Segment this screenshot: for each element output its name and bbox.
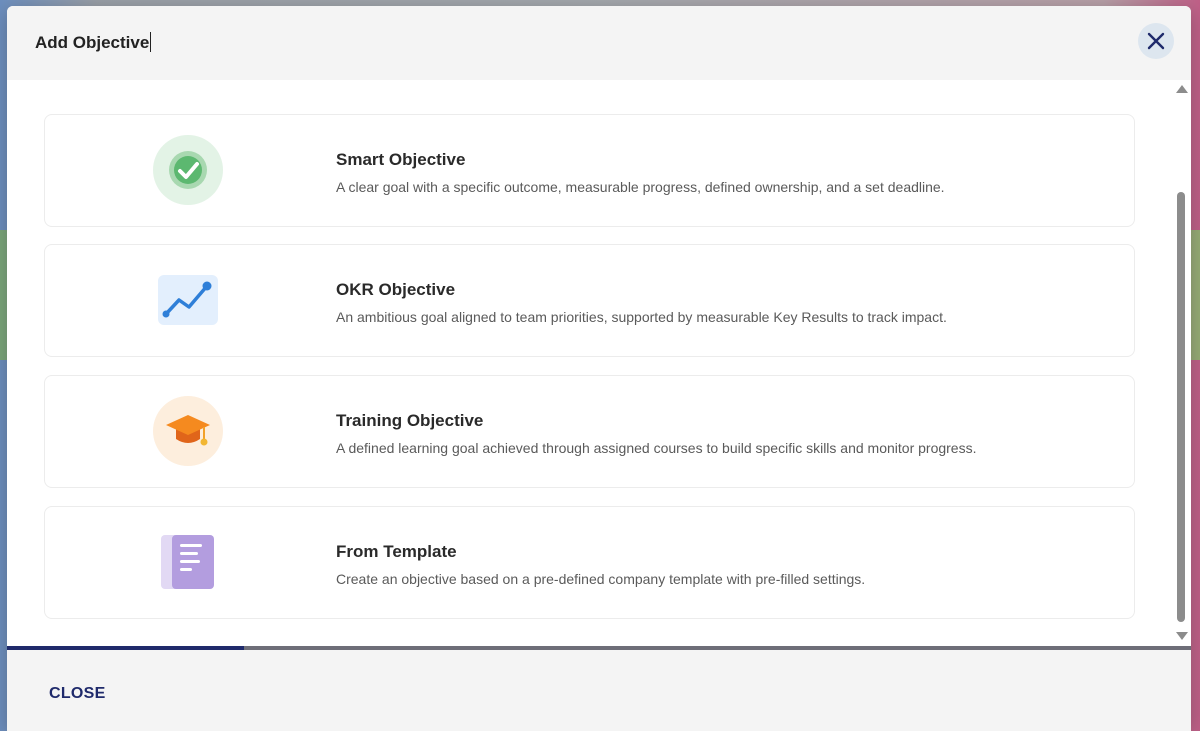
scroll-down-arrow-icon[interactable] (1176, 632, 1188, 640)
option-title: Training Objective (336, 411, 484, 430)
trend-chart-icon (158, 275, 218, 325)
close-icon (1147, 32, 1165, 50)
dialog-title-text: Add Objective (35, 33, 150, 52)
scroll-up-arrow-icon[interactable] (1176, 85, 1188, 93)
option-okr-objective[interactable]: OKR Objective An ambitious goal aligned … (44, 244, 1135, 357)
close-dialog-button[interactable] (1138, 23, 1174, 59)
dialog-header: Add Objective (7, 6, 1191, 80)
option-title: From Template (336, 542, 457, 561)
option-icon-wrap (153, 527, 223, 597)
option-icon-wrap (153, 265, 223, 335)
option-description: An ambitious goal aligned to team priori… (336, 309, 947, 325)
vertical-scrollbar[interactable] (1175, 80, 1188, 646)
option-title: Smart Objective (336, 150, 466, 169)
option-description: A clear goal with a specific outcome, me… (336, 179, 945, 195)
option-smart-objective[interactable]: Smart Objective A clear goal with a spec… (44, 114, 1135, 227)
option-icon-wrap (153, 135, 223, 205)
option-description: A defined learning goal achieved through… (336, 440, 977, 456)
template-document-icon (161, 535, 214, 589)
close-button[interactable]: CLOSE (49, 685, 106, 703)
graduation-cap-icon (166, 415, 210, 446)
option-icon-wrap (153, 396, 223, 466)
scroll-thumb[interactable] (1177, 192, 1185, 622)
option-training-objective[interactable]: Training Objective A defined learning go… (44, 375, 1135, 488)
option-description: Create an objective based on a pre-defin… (336, 571, 866, 587)
option-from-template[interactable]: From Template Create an objective based … (44, 506, 1135, 619)
add-objective-dialog: Add Objective Smart Objective A clear go… (7, 6, 1191, 731)
dialog-footer: CLOSE (7, 650, 1191, 731)
dialog-title: Add Objective (35, 32, 152, 53)
dialog-body: Smart Objective A clear goal with a spec… (7, 80, 1191, 646)
option-title: OKR Objective (336, 280, 456, 299)
check-circle-icon (169, 151, 207, 189)
text-caret (150, 32, 152, 52)
